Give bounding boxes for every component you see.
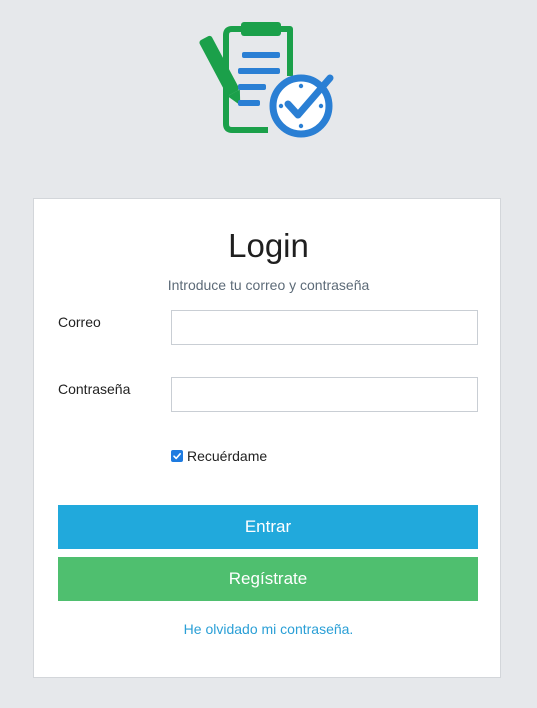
password-field[interactable]: [171, 377, 478, 412]
remember-label: Recuérdame: [187, 448, 268, 464]
check-icon: [173, 453, 181, 460]
clipboard-checklist-clock-icon: [199, 22, 334, 138]
login-card: [33, 198, 501, 678]
remember-me[interactable]: Recuérdame: [171, 447, 267, 465]
app-logo: [198, 20, 338, 144]
enter-button[interactable]: Entrar: [58, 505, 478, 549]
register-button[interactable]: Regístrate: [58, 557, 478, 601]
email-label: Correo: [58, 314, 101, 330]
forgot-password-link[interactable]: He olvidado mi contraseña.: [0, 620, 537, 638]
email-field[interactable]: [171, 310, 478, 345]
remember-checkbox[interactable]: [171, 450, 183, 462]
password-label: Contraseña: [58, 381, 131, 397]
login-subtitle: Introduce tu correo y contraseña: [167, 277, 370, 293]
page-title: Login: [228, 227, 309, 264]
